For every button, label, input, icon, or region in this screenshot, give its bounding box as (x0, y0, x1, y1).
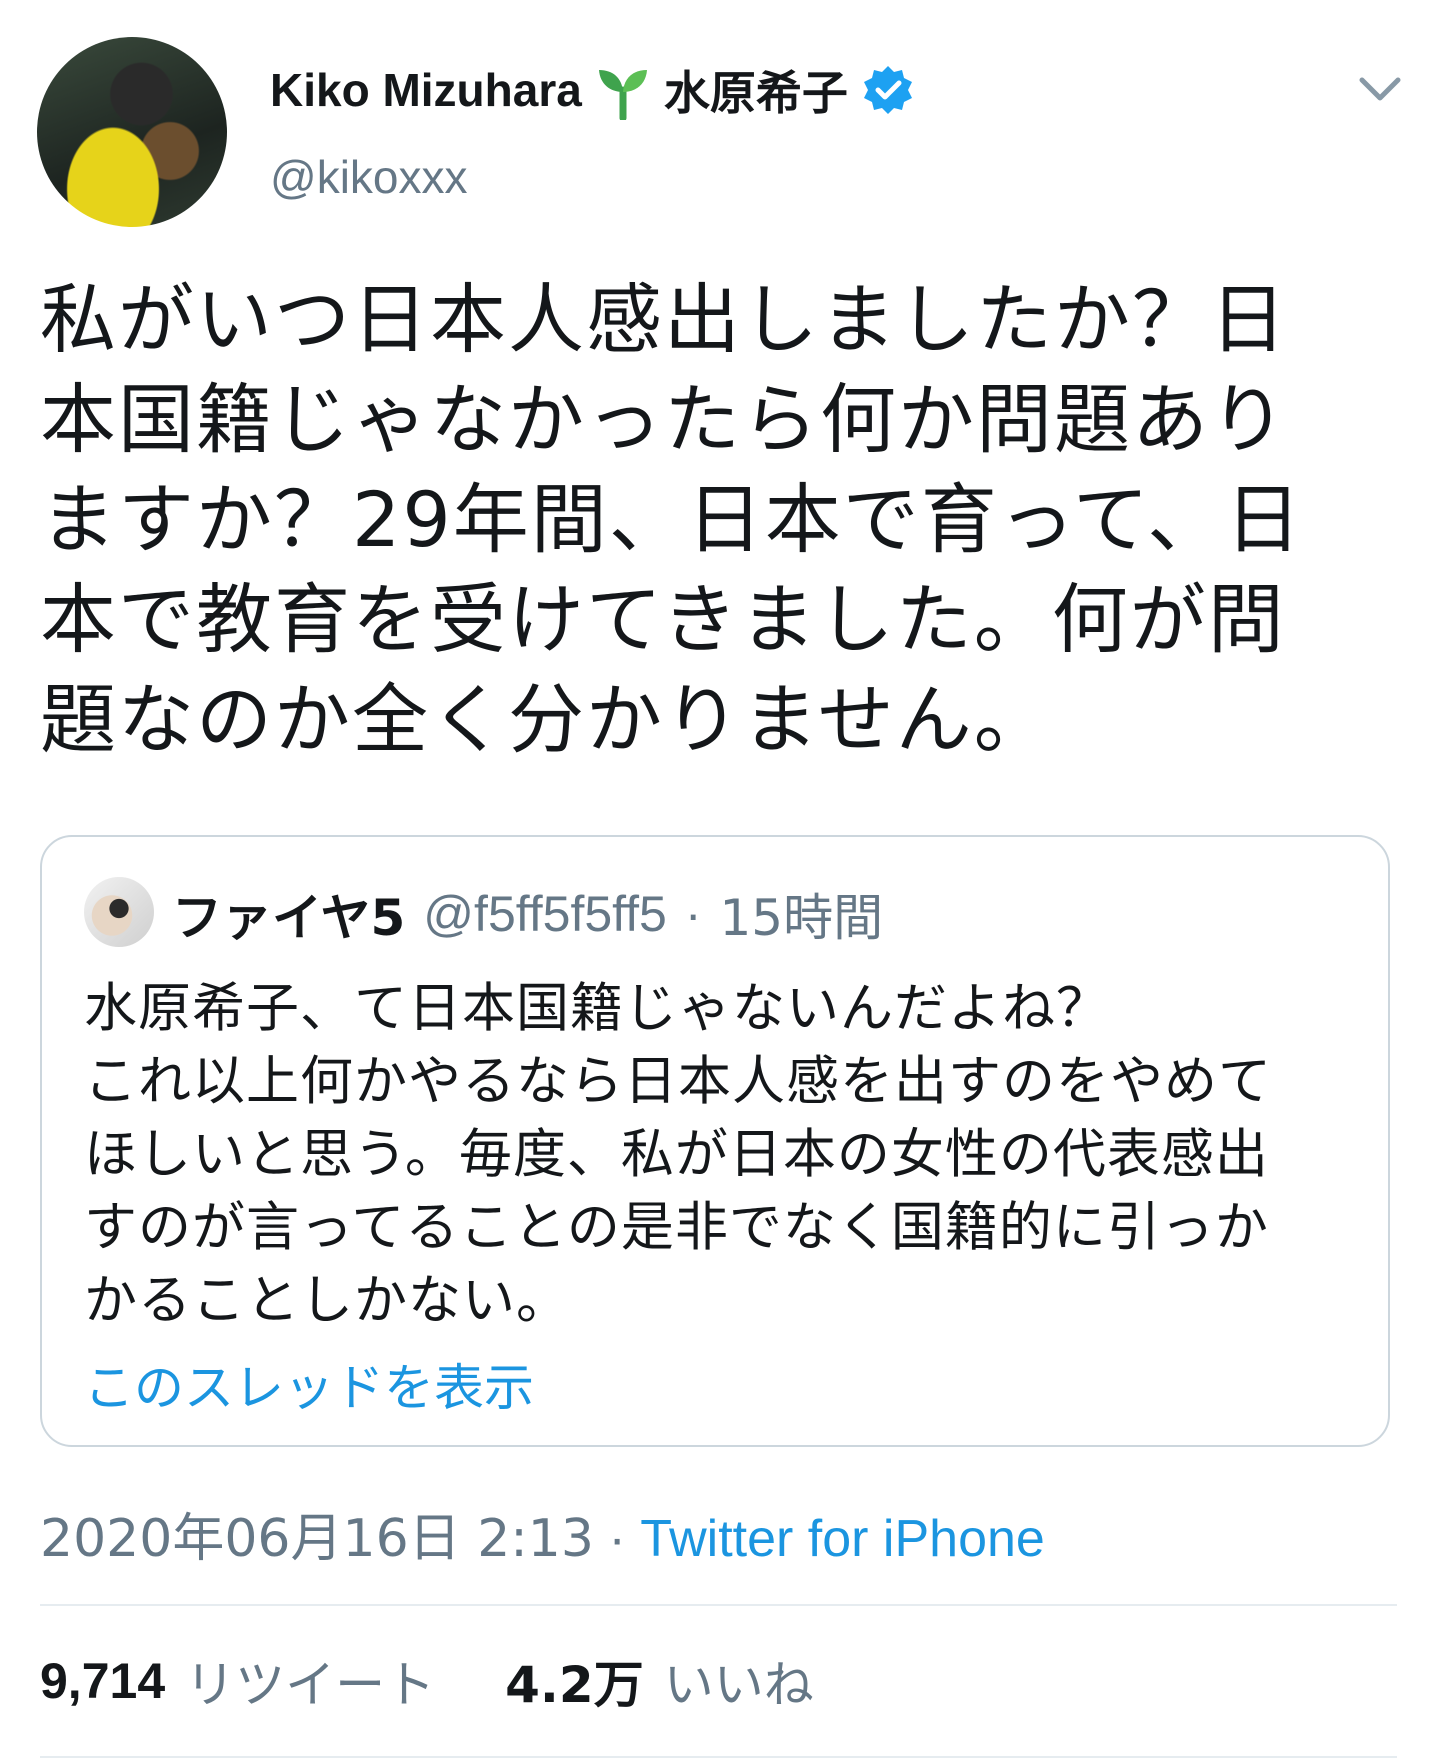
divider-bottom (40, 1756, 1397, 1758)
quoted-meta-separator: · (684, 886, 702, 942)
show-thread-link[interactable]: このスレッドを表示 (84, 1348, 534, 1420)
quoted-tweet-time: 15時間 (719, 889, 884, 947)
quoted-tweet-text: 水原希子、て日本国籍じゃないんだよね？ これ以上何かやるなら日本人感を出すのをや… (84, 978, 1272, 1331)
meta-separator: · (608, 1510, 626, 1568)
tweet-text: 私がいつ日本人感出しましたか？日 本国籍じゃなかったら何か問題あり ますか？29… (40, 275, 1304, 764)
chevron-down-icon[interactable] (1358, 72, 1402, 106)
quoted-tweet-header: ファイヤ5 @f5ff5f5ff5 · 15時間 (172, 877, 883, 951)
likes-label[interactable]: いいね (664, 1645, 814, 1717)
retweets-count[interactable]: 9,714 (40, 1652, 165, 1710)
author-avatar[interactable] (37, 37, 227, 227)
likes-count[interactable]: 4.2万 (505, 1645, 644, 1717)
author-display-name-jp: 水原希子 (663, 66, 848, 120)
author-display-name-latin: Kiko Mizuhara (270, 64, 582, 116)
tweet-source-link[interactable]: Twitter for iPhone (640, 1510, 1045, 1568)
verified-badge-icon (863, 66, 912, 114)
retweets-label[interactable]: リツイート (185, 1645, 435, 1717)
seedling-icon (598, 70, 647, 120)
quoted-tweet-card[interactable]: ファイヤ5 @f5ff5f5ff5 · 15時間 水原希子、て日本国籍じゃないん… (40, 835, 1390, 1447)
tweet-meta: 2020年06月16日 2:13 · Twitter for iPhone (40, 1496, 1045, 1571)
engagement-stats: 9,714 リツイート 4.2万 いいね (40, 1646, 814, 1716)
quoted-author-handle: @f5ff5f5ff5 (423, 886, 667, 942)
author-handle[interactable]: @kikoxxx (270, 150, 468, 204)
quoted-author-name: ファイヤ5 (172, 889, 406, 947)
divider-top (40, 1604, 1397, 1606)
tweet-timestamp[interactable]: 2020年06月16日 2:13 (40, 1509, 594, 1569)
quoted-author-avatar (84, 877, 154, 947)
author-name-row[interactable]: Kiko Mizuhara 水原希子 (270, 60, 914, 120)
